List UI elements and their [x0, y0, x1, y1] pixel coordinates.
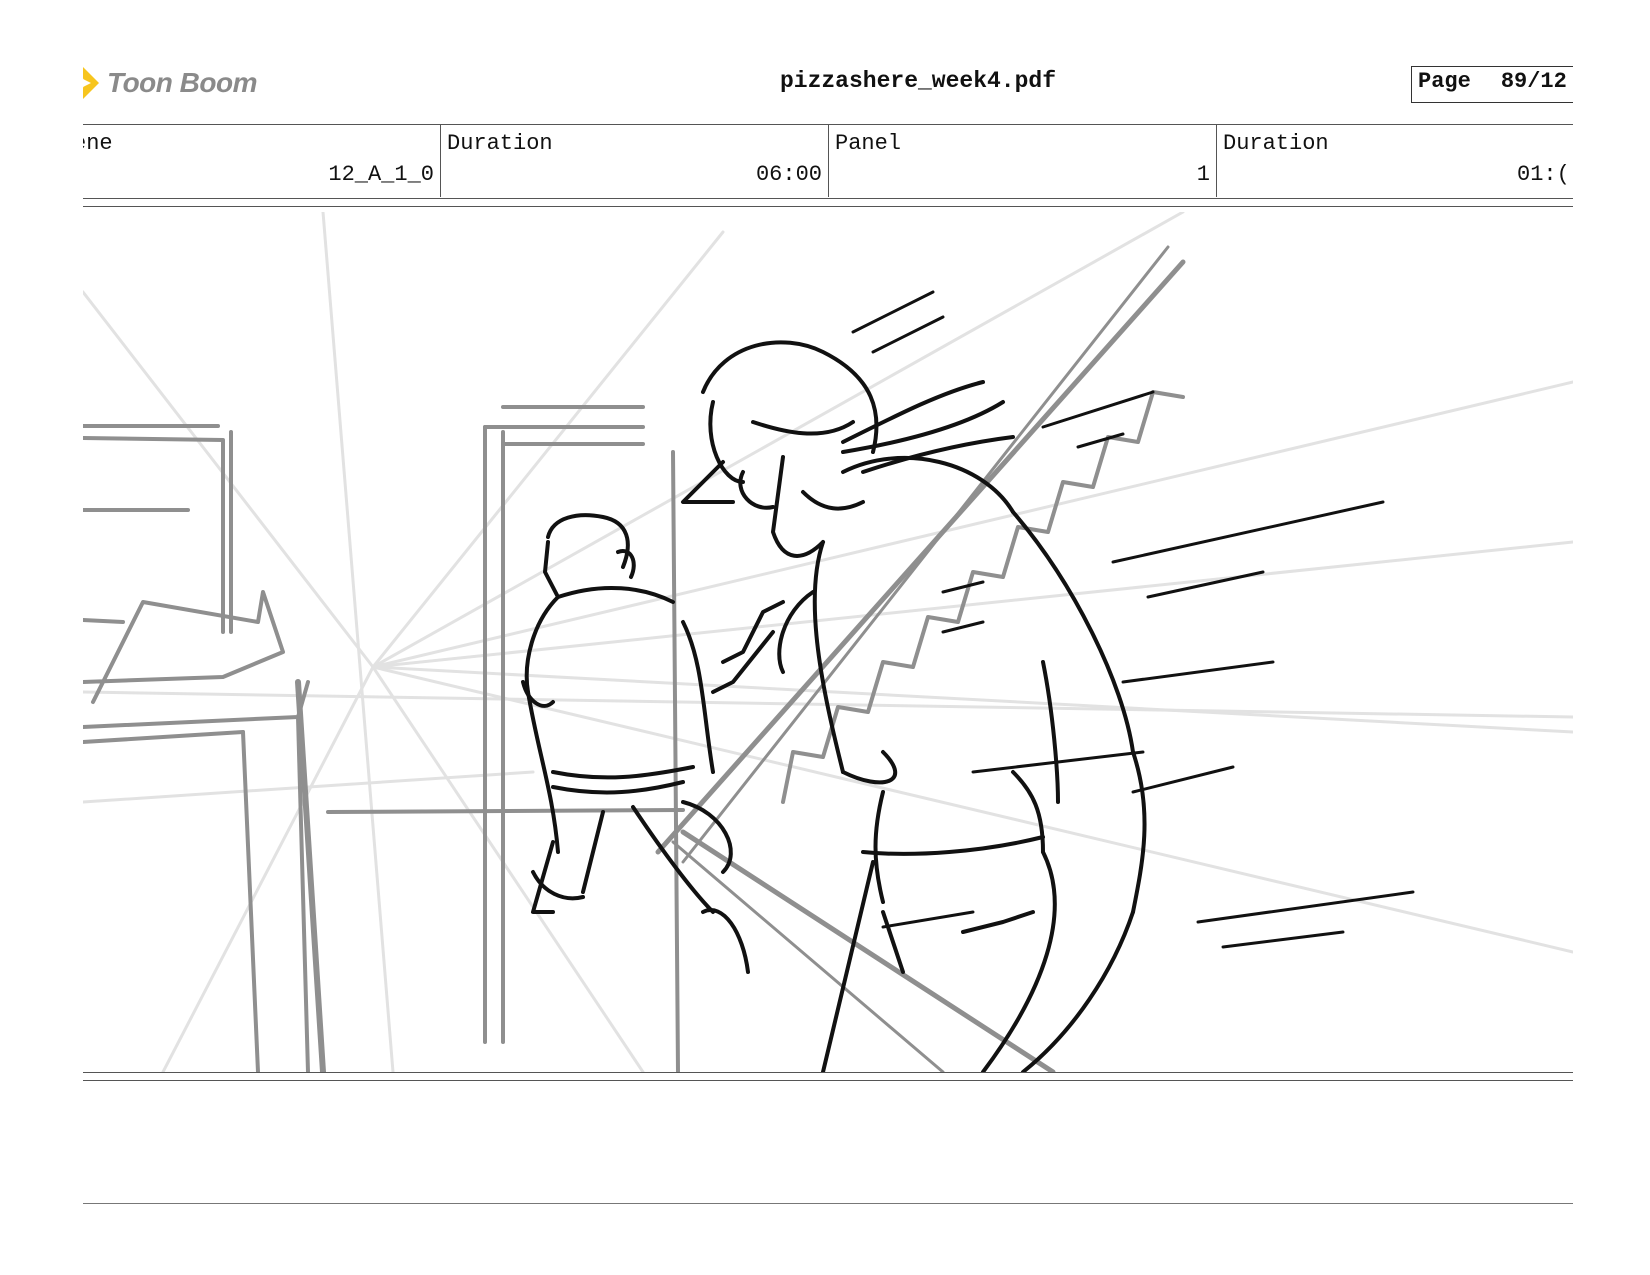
panel-value: 1	[1196, 162, 1210, 187]
notes-divider	[83, 1203, 1573, 1204]
scene-duration-value: 06:00	[755, 162, 822, 187]
panel-bottom-border	[83, 1072, 1573, 1081]
scene-duration-field: Duration 06:00	[441, 125, 829, 197]
scene-duration-label: Duration	[447, 131, 553, 156]
toon-boom-logo: Toon Boom	[83, 55, 257, 110]
panel-field: Panel 1	[829, 125, 1217, 197]
panel-duration-value: 01:(	[1517, 162, 1570, 187]
panel-duration-field: Duration 01:(	[1217, 125, 1573, 197]
scene-label: ene	[83, 131, 113, 156]
document-title: pizzashere_week4.pdf	[779, 68, 1057, 94]
page-indicator: Page 89/12	[1411, 66, 1573, 103]
storyboard-page: Toon Boom pizzashere_week4.pdf Page 89/12…	[83, 0, 1573, 1275]
storyboard-panel-image	[83, 210, 1573, 1075]
panel-top-border	[83, 198, 1573, 207]
panel-duration-label: Duration	[1223, 131, 1329, 156]
sketch-drawing	[83, 210, 1573, 1075]
scene-field: ene 12_A_1_0	[83, 125, 441, 197]
toon-boom-logo-icon	[83, 66, 99, 99]
logo-text: Toon Boom	[107, 66, 257, 98]
panel-label: Panel	[835, 131, 902, 156]
page-number: 89/12	[1500, 69, 1567, 94]
scene-value: 12_A_1_0	[328, 162, 434, 187]
panel-info-row: ene 12_A_1_0 Duration 06:00 Panel 1 Dura…	[83, 124, 1573, 197]
page-label: Page	[1418, 69, 1471, 94]
